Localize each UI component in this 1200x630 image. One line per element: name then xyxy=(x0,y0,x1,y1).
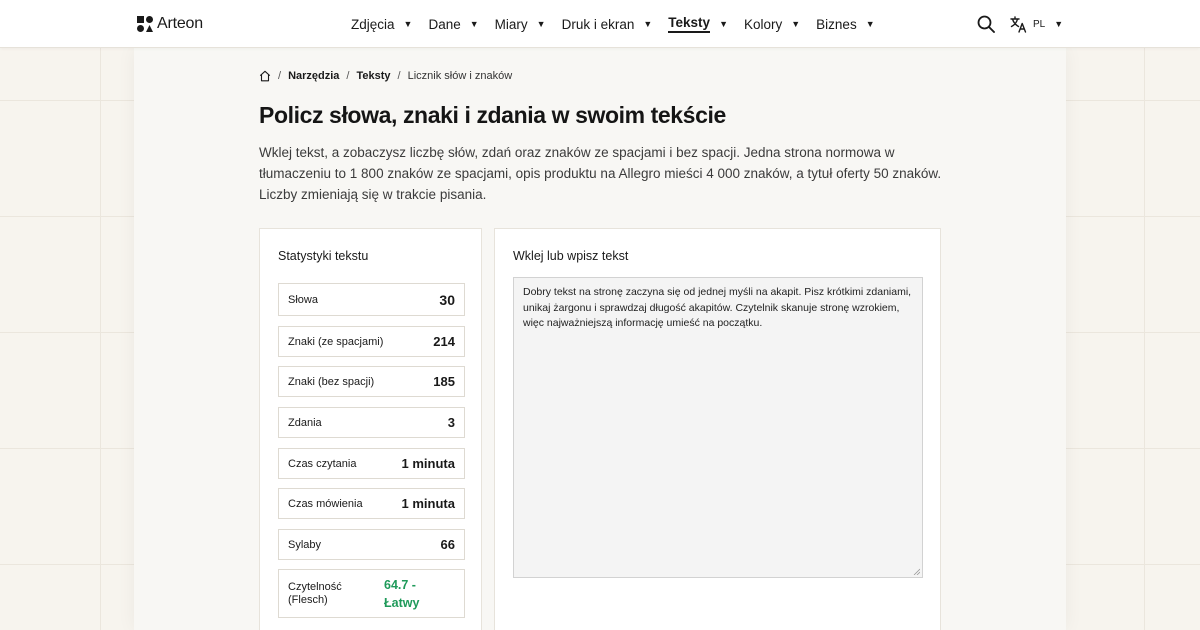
breadcrumb: / Narzędzia / Teksty / Licznik słów i zn… xyxy=(259,68,512,84)
stat-row-chars-with-spaces: Znaki (ze spacjami) 214 xyxy=(278,326,465,357)
nav-item-miary[interactable]: Miary ▼ xyxy=(495,0,546,48)
caret-down-icon: ▼ xyxy=(719,19,728,29)
stat-value: 3 xyxy=(447,415,455,430)
breadcrumb-separator: / xyxy=(397,70,401,82)
brand-name: Arteon xyxy=(157,15,203,32)
translate-icon xyxy=(1010,15,1027,33)
page-title: Policz słowa, znaki i zdania w swoim tek… xyxy=(259,102,726,128)
stat-row-reading-time: Czas czytania 1 minuta xyxy=(278,448,465,479)
readability-score: 64.7 - Łatwy xyxy=(384,577,420,610)
caret-down-icon: ▼ xyxy=(403,19,413,29)
stat-label: Znaki (bez spacji) xyxy=(288,375,375,388)
caret-down-icon: ▼ xyxy=(1054,19,1064,29)
search-button[interactable] xyxy=(976,14,996,34)
nav-item-zdjecia[interactable]: Zdjęcia ▼ xyxy=(351,0,412,48)
stat-row-words: Słowa 30 xyxy=(278,283,465,316)
nav-label-active: Teksty xyxy=(668,15,711,33)
stat-row-readability: Czytelność (Flesch) 64.7 - Łatwy xyxy=(278,569,465,618)
breadcrumb-link-narzedzia[interactable]: Narzędzia xyxy=(288,70,339,82)
stats-panel: Statystyki tekstu Słowa 30 Znaki (ze spa… xyxy=(259,228,482,630)
stat-label: Czas mówienia xyxy=(288,497,363,510)
caret-down-icon: ▼ xyxy=(865,19,875,29)
stat-row-sentences: Zdania 3 xyxy=(278,407,465,438)
stat-row-speaking-time: Czas mówienia 1 minuta xyxy=(278,488,465,519)
main-nav: Zdjęcia ▼ Dane ▼ Miary ▼ Druk i ekran ▼ … xyxy=(351,0,891,48)
stat-row-syllables: Sylaby 66 xyxy=(278,529,465,560)
search-icon xyxy=(977,15,995,33)
caret-down-icon: ▼ xyxy=(643,19,653,29)
stat-label: Zdania xyxy=(288,416,322,429)
breadcrumb-link-teksty[interactable]: Teksty xyxy=(356,70,390,82)
stat-value: 214 xyxy=(433,334,455,349)
resize-handle-icon[interactable] xyxy=(913,568,920,575)
nav-label: Zdjęcia xyxy=(351,16,395,32)
breadcrumb-separator: / xyxy=(278,70,282,82)
nav-item-kolory[interactable]: Kolory ▼ xyxy=(744,0,800,48)
stat-label: Znaki (ze spacjami) xyxy=(288,335,384,348)
stat-value: 66 xyxy=(440,537,455,552)
editor-panel: Wklej lub wpisz tekst Dobry tekst na str… xyxy=(494,228,941,630)
stat-label: Słowa xyxy=(288,293,318,306)
nav-item-biznes[interactable]: Biznes ▼ xyxy=(816,0,874,48)
stat-value: 185 xyxy=(433,374,455,389)
stat-label: Czytelność (Flesch) xyxy=(288,580,342,606)
page-intro: Wklej tekst, a zobaczysz liczbę słów, zd… xyxy=(259,145,942,202)
breadcrumb-separator: / xyxy=(346,70,350,82)
nav-label: Kolory xyxy=(743,16,783,32)
caret-down-icon: ▼ xyxy=(469,19,479,29)
nav-label: Druk i ekran xyxy=(561,16,635,32)
caret-down-icon: ▼ xyxy=(536,19,546,29)
stat-value: 30 xyxy=(439,291,455,308)
language-label: PL xyxy=(1033,18,1046,30)
nav-item-teksty[interactable]: Teksty ▼ xyxy=(668,0,728,48)
editor-title: Wklej lub wpisz tekst xyxy=(513,249,629,263)
stat-value: 1 minuta xyxy=(401,456,455,471)
breadcrumb-current: Licznik słów i znaków xyxy=(407,70,513,82)
nav-label: Miary xyxy=(494,16,528,32)
editor-text: Dobry tekst na stronę zaczyna się od jed… xyxy=(523,286,912,329)
arteon-logo-icon xyxy=(137,16,153,32)
text-input-area[interactable]: Dobry tekst na stronę zaczyna się od jed… xyxy=(513,277,923,578)
nav-label: Dane xyxy=(428,16,461,32)
stat-value: 1 minuta xyxy=(401,496,455,511)
stats-title: Statystyki tekstu xyxy=(278,249,369,263)
brand-logo[interactable]: Arteon xyxy=(137,14,203,34)
nav-label: Biznes xyxy=(816,16,857,32)
stat-label: Czas czytania xyxy=(288,457,357,470)
stat-row-chars-without-spaces: Znaki (bez spacji) 185 xyxy=(278,366,465,397)
nav-item-druk-i-ekran[interactable]: Druk i ekran ▼ xyxy=(562,0,653,48)
caret-down-icon: ▼ xyxy=(791,19,801,29)
language-switcher[interactable]: PL ▼ xyxy=(1010,14,1063,34)
top-navigation-bar: Arteon Zdjęcia ▼ Dane ▼ Miary ▼ Druk i e… xyxy=(0,0,1200,48)
stat-label: Sylaby xyxy=(288,538,322,551)
content-area: / Narzędzia / Teksty / Licznik słów i zn… xyxy=(134,48,1066,630)
home-icon[interactable] xyxy=(259,70,271,82)
nav-item-dane[interactable]: Dane ▼ xyxy=(428,0,478,48)
